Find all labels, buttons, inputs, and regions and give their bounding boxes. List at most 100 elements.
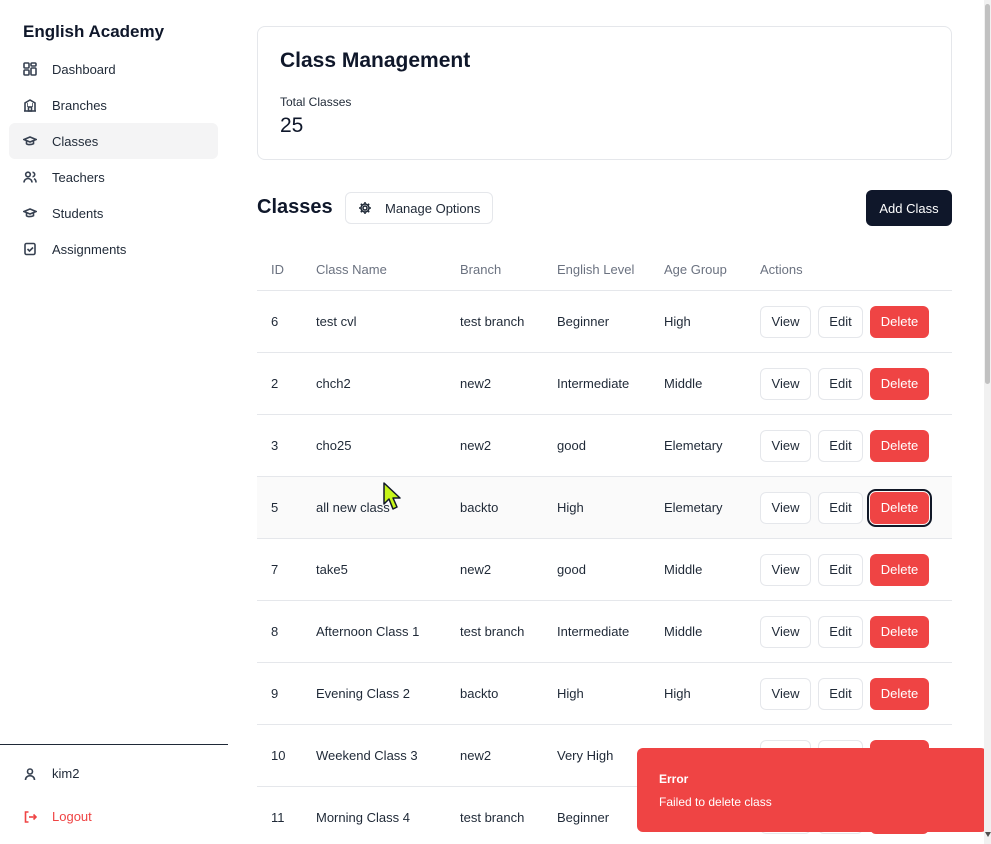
total-classes-label: Total Classes xyxy=(280,95,352,109)
view-button[interactable]: View xyxy=(760,553,811,586)
cell-id: 5 xyxy=(271,500,279,515)
edit-button[interactable]: Edit xyxy=(818,429,863,462)
total-classes-value: 25 xyxy=(280,114,304,137)
sidebar-divider xyxy=(0,744,228,745)
sidebar-item-label: Branches xyxy=(52,97,107,113)
cell-actions: View Edit Delete xyxy=(760,488,952,527)
cell-class-name: chch2 xyxy=(316,376,351,391)
sidebar-item-label: Classes xyxy=(52,133,99,149)
cell-age-group: Elemetary xyxy=(664,438,723,453)
manage-options-button[interactable]: Manage Options xyxy=(345,192,493,224)
toast-message: Failed to delete class xyxy=(659,795,772,809)
delete-button[interactable]: Delete xyxy=(867,488,932,527)
delete-button[interactable]: Delete xyxy=(870,553,929,586)
edit-button[interactable]: Edit xyxy=(818,367,863,400)
cell-branch: test branch xyxy=(460,314,525,329)
cell-english-level: Intermediate xyxy=(557,376,630,391)
sidebar-item-assignments[interactable]: Assignments xyxy=(9,231,218,267)
table-row: 3 cho25 new2 good Elemetary View Edit De… xyxy=(257,415,952,477)
table-row: 5 all new class backto High Elemetary Vi… xyxy=(257,477,952,539)
cell-actions: View Edit Delete xyxy=(760,677,952,710)
page-scrollbar[interactable] xyxy=(984,0,991,844)
error-toast[interactable]: Error Failed to delete class xyxy=(637,748,987,832)
edit-button[interactable]: Edit xyxy=(818,615,863,648)
dashboard-icon xyxy=(23,62,37,76)
cell-actions: View Edit Delete xyxy=(760,429,952,462)
view-button[interactable]: View xyxy=(760,677,811,710)
column-header-age-group: Age Group xyxy=(664,261,727,277)
delete-button[interactable]: Delete xyxy=(870,677,929,710)
delete-button[interactable]: Delete xyxy=(870,305,929,338)
sidebar-item-label: Dashboard xyxy=(52,61,116,77)
graduation-cap-icon xyxy=(23,134,37,148)
cell-class-name: Evening Class 2 xyxy=(316,686,410,701)
view-button[interactable]: View xyxy=(760,491,811,524)
cell-id: 2 xyxy=(271,376,279,391)
clipboard-check-icon xyxy=(23,242,37,256)
cell-age-group: High xyxy=(664,686,691,701)
table-row: 8 Afternoon Class 1 test branch Intermed… xyxy=(257,601,952,663)
delete-button[interactable]: Delete xyxy=(870,429,929,462)
user-profile[interactable]: kim2 xyxy=(23,766,79,781)
cell-id: 7 xyxy=(271,562,279,577)
cell-english-level: High xyxy=(557,686,584,701)
table-header: ID Class Name Branch English Level Age G… xyxy=(257,248,952,291)
cell-branch: backto xyxy=(460,500,499,515)
add-class-button[interactable]: Add Class xyxy=(866,190,952,226)
cell-branch: test branch xyxy=(460,624,525,639)
edit-button[interactable]: Edit xyxy=(818,677,863,710)
cell-english-level: Intermediate xyxy=(557,624,630,639)
scrollbar-thumb[interactable] xyxy=(985,4,990,384)
cell-branch: backto xyxy=(460,686,499,701)
cell-id: 8 xyxy=(271,624,279,639)
cell-id: 3 xyxy=(271,438,279,453)
logout-button[interactable]: Logout xyxy=(23,809,92,824)
user-icon xyxy=(24,767,36,780)
cell-age-group: High xyxy=(664,314,691,329)
sidebar-item-students[interactable]: Students xyxy=(9,195,218,231)
edit-button[interactable]: Edit xyxy=(818,553,863,586)
cell-class-name: Weekend Class 3 xyxy=(316,748,418,763)
cell-age-group: Elemetary xyxy=(664,500,723,515)
logout-label: Logout xyxy=(52,809,92,824)
sidebar-item-teachers[interactable]: Teachers xyxy=(9,159,218,195)
app-brand: English Academy xyxy=(23,22,165,41)
cell-actions: View Edit Delete xyxy=(760,367,952,400)
view-button[interactable]: View xyxy=(760,367,811,400)
edit-button[interactable]: Edit xyxy=(818,491,863,524)
cell-branch: test branch xyxy=(460,810,525,825)
users-icon xyxy=(23,170,37,184)
mouse-cursor-icon xyxy=(383,482,401,510)
delete-button[interactable]: Delete xyxy=(870,367,929,400)
column-header-english-level: English Level xyxy=(557,261,635,277)
manage-options-label: Manage Options xyxy=(385,200,481,216)
cell-actions: View Edit Delete xyxy=(760,305,952,338)
gear-icon xyxy=(359,202,371,214)
sidebar-item-label: Teachers xyxy=(52,169,105,185)
cell-class-name: take5 xyxy=(316,562,348,577)
view-button[interactable]: View xyxy=(760,429,811,462)
scroll-down-arrow-icon[interactable] xyxy=(985,832,991,837)
sidebar-item-dashboard[interactable]: Dashboard xyxy=(9,51,218,87)
sidebar-item-label: Assignments xyxy=(52,241,127,257)
column-header-actions: Actions xyxy=(760,261,803,277)
cell-english-level: good xyxy=(557,438,586,453)
cell-age-group: Middle xyxy=(664,376,703,391)
cell-id: 10 xyxy=(271,748,286,763)
edit-button[interactable]: Edit xyxy=(818,305,863,338)
view-button[interactable]: View xyxy=(760,615,811,648)
delete-button[interactable]: Delete xyxy=(870,615,929,648)
sidebar-item-branches[interactable]: Branches xyxy=(9,87,218,123)
classes-section-title: Classes xyxy=(257,196,333,218)
cell-id: 11 xyxy=(271,810,285,825)
sidebar-item-classes[interactable]: Classes xyxy=(9,123,218,159)
page-title: Class Management xyxy=(280,49,471,72)
table-row: 9 Evening Class 2 backto High High View … xyxy=(257,663,952,725)
cell-class-name: cho25 xyxy=(316,438,352,453)
table-row: 7 take5 new2 good Middle View Edit Delet… xyxy=(257,539,952,601)
cell-english-level: Beginner xyxy=(557,314,610,329)
sidebar-nav: Dashboard Branches Classes Teachers Stud… xyxy=(9,51,218,267)
view-button[interactable]: View xyxy=(760,305,811,338)
table-row: 2 chch2 new2 Intermediate Middle View Ed… xyxy=(257,353,952,415)
graduation-cap-icon xyxy=(23,206,37,220)
